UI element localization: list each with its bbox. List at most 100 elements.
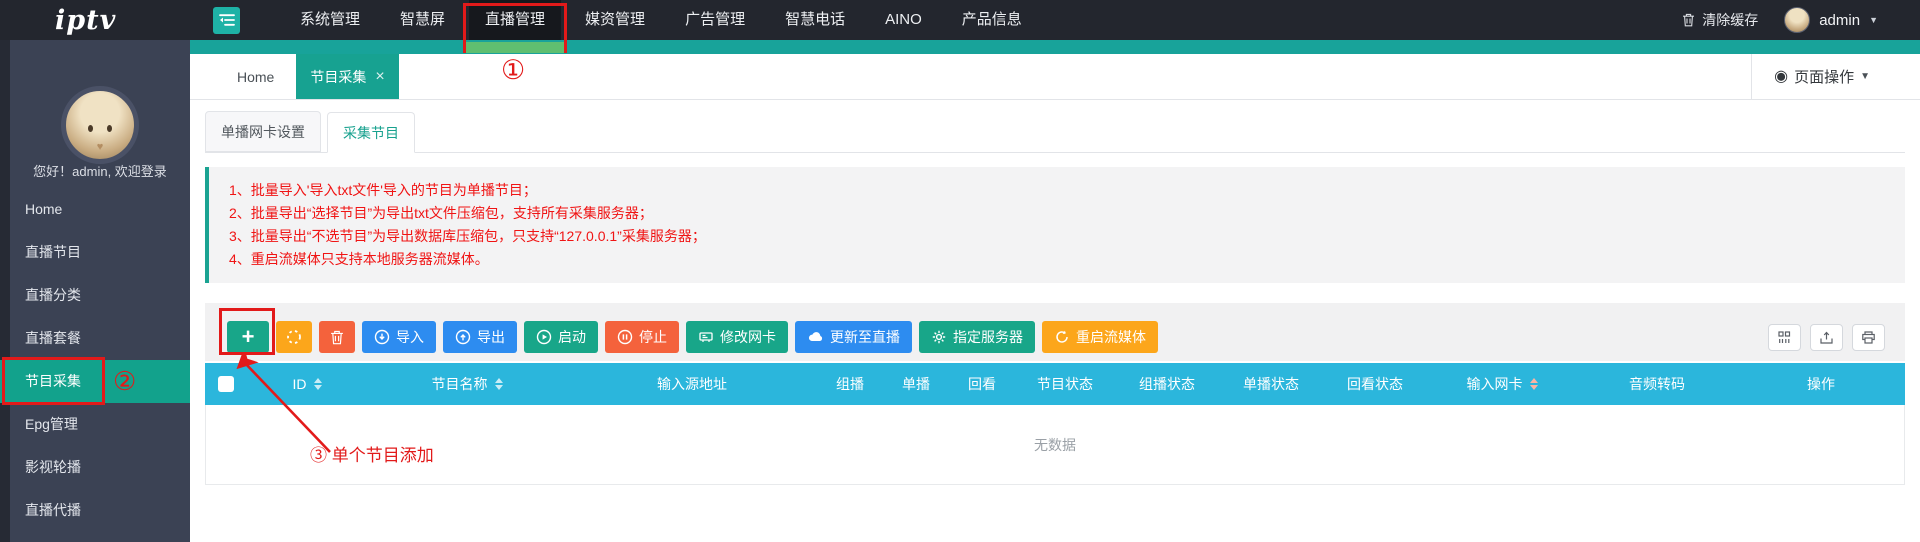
sidebar-item-video-carousel[interactable]: 影视轮播 [0, 446, 190, 489]
nav-item-aino[interactable]: AINO [869, 0, 938, 40]
cloud-icon [807, 329, 824, 345]
modify-nic-button[interactable]: 修改网卡 [686, 321, 788, 353]
column-label: 节目名称 [432, 374, 488, 394]
user-menu[interactable]: admin ▼ [1784, 7, 1878, 33]
tab-program-collection[interactable]: 节目采集 × [296, 54, 398, 99]
loading-refresh-button[interactable] [276, 321, 312, 353]
export-button[interactable]: 导出 [443, 321, 517, 353]
spinner-icon [286, 329, 302, 345]
page-actions-label: 页面操作 [1794, 66, 1854, 87]
nav-item-media-mgmt[interactable]: 媒资管理 [569, 0, 661, 40]
greeting-text: 您好！admin, 欢迎登录 [10, 161, 190, 180]
column-header-input-nic[interactable]: 输入网卡 [1427, 374, 1577, 394]
column-label: 音频转码 [1629, 374, 1685, 394]
sidebar-item-program-collection-label: 节目采集 [25, 373, 81, 389]
nav-item-smart-screen[interactable]: 智慧屏 [384, 0, 461, 40]
avatar-eye [88, 125, 93, 132]
sort-arrows-icon[interactable] [314, 378, 322, 390]
import-button[interactable]: 导入 [362, 321, 436, 353]
top-nav-right: 清除缓存 admin ▼ [1682, 7, 1920, 33]
update-to-live-button[interactable]: 更新至直播 [795, 321, 912, 353]
app-logo: iptv [55, 5, 147, 36]
start-label: 启动 [558, 327, 586, 347]
close-icon[interactable]: × [375, 68, 384, 86]
column-header-id[interactable]: ID [247, 376, 367, 392]
sidebar-item-live-proxy[interactable]: 直播代播 [0, 489, 190, 532]
pause-circle-icon [617, 329, 633, 345]
sidebar-item-live-programs[interactable]: 直播节目 [0, 231, 190, 274]
column-header-playback-status: 回看状态 [1323, 374, 1427, 394]
column-label: 组播 [836, 374, 864, 394]
notice-line: 3、批量导出“不选节目”为导出数据库压缩包，只支持“127.0.0.1”采集服务… [229, 225, 1885, 248]
sidebar-item-home[interactable]: Home [0, 188, 190, 231]
nav-item-smart-phone[interactable]: 智慧电话 [769, 0, 861, 40]
sidebar-item-live-packages[interactable]: 直播套餐 [0, 317, 190, 360]
sidebar-collapse-button[interactable] [213, 7, 240, 34]
column-settings-button[interactable] [1768, 324, 1801, 351]
column-label: 回看 [968, 374, 996, 394]
nav-item-system-mgmt[interactable]: 系统管理 [284, 0, 376, 40]
modify-nic-label: 修改网卡 [720, 327, 776, 347]
add-program-button[interactable]: + [227, 321, 269, 353]
column-header-input-source: 输入源地址 [567, 374, 817, 394]
annotation-step1: ① [501, 56, 525, 84]
column-header-multicast: 组播 [817, 374, 883, 394]
delete-button[interactable] [319, 321, 355, 353]
column-label: 单播 [902, 374, 930, 394]
page-actions-dropdown[interactable]: ◉ 页面操作 ▼ [1751, 54, 1920, 99]
column-label: 单播状态 [1243, 374, 1299, 394]
column-label: 回看状态 [1347, 374, 1403, 394]
table-header-row: ID 节目名称 输入源地址 组播 单播 回看 节目状态 组播状态 单播状态 回看… [205, 363, 1905, 405]
tab-program-collection-label: 节目采集 [310, 67, 366, 87]
sidebar-item-epg-mgmt[interactable]: Epg管理 [0, 403, 190, 446]
subtab-collect-programs[interactable]: 采集节目 [327, 112, 415, 153]
sidebar: ♥ 您好！admin, 欢迎登录 Home 直播节目 直播分类 直播套餐 节目采… [0, 40, 190, 542]
nav-item-ad-mgmt[interactable]: 广告管理 [669, 0, 761, 40]
notice-line: 2、批量导出“选择节目”为导出txt文件压缩包，支持所有采集服务器； [229, 202, 1885, 225]
stop-button[interactable]: 停止 [605, 321, 679, 353]
sidebar-item-live-categories[interactable]: 直播分类 [0, 274, 190, 317]
select-all-checkbox[interactable] [218, 376, 234, 392]
subtab-unicast-nic-settings[interactable]: 单播网卡设置 [205, 111, 321, 152]
avatar-eye [107, 125, 112, 132]
sidebar-item-program-collection[interactable]: 节目采集 ② [0, 360, 190, 403]
programs-table: ID 节目名称 输入源地址 组播 单播 回看 节目状态 组播状态 单播状态 回看… [205, 363, 1905, 485]
gear-icon [931, 329, 947, 345]
sort-arrows-icon[interactable] [495, 378, 503, 390]
add-button-wrap: + [227, 321, 269, 353]
column-label: ID [293, 376, 307, 392]
tab-home[interactable]: Home [215, 54, 296, 99]
sort-arrows-icon[interactable] [1530, 378, 1538, 390]
assign-server-button[interactable]: 指定服务器 [919, 321, 1035, 353]
update-to-live-label: 更新至直播 [830, 327, 900, 347]
restart-stream-label: 重启流媒体 [1076, 327, 1146, 347]
annotation-step2: ② [113, 360, 136, 403]
column-header-multicast-status: 组播状态 [1115, 374, 1219, 394]
restart-stream-button[interactable]: 重启流媒体 [1042, 321, 1158, 353]
tab-content: 单播网卡设置 采集节目 1、批量导入'导入txt文件'导入的节目为单播节目； 2… [190, 100, 1920, 485]
nav-item-product-info[interactable]: 产品信息 [946, 0, 1038, 40]
column-label: 输入源地址 [657, 374, 727, 394]
column-label: 操作 [1807, 374, 1835, 394]
stop-label: 停止 [639, 327, 667, 347]
column-header-actions: 操作 [1737, 374, 1905, 394]
start-button[interactable]: 启动 [524, 321, 598, 353]
trash-icon [330, 330, 344, 345]
assign-server-label: 指定服务器 [953, 327, 1023, 347]
empty-table-message: 无数据 [1034, 435, 1076, 455]
column-header-unicast-status: 单播状态 [1219, 374, 1323, 394]
column-label: 节目状态 [1037, 374, 1093, 394]
nav-item-live-mgmt[interactable]: 直播管理 ① [469, 0, 561, 40]
import-label: 导入 [396, 327, 424, 347]
sidebar-menu: Home 直播节目 直播分类 直播套餐 节目采集 ② Epg管理 影视轮播 直播… [0, 188, 190, 532]
print-button[interactable] [1852, 324, 1885, 351]
export-table-button[interactable] [1810, 324, 1843, 351]
column-header-program-status: 节目状态 [1015, 374, 1115, 394]
table-tools [1768, 324, 1893, 351]
avatar-heart: ♥ [97, 141, 104, 153]
column-header-program-name[interactable]: 节目名称 [367, 374, 567, 394]
column-header-playback: 回看 [949, 374, 1015, 394]
chevron-down-icon: ▼ [1860, 71, 1870, 82]
radio-dot-icon: ◉ [1774, 69, 1788, 85]
clear-cache-button[interactable]: 清除缓存 [1682, 10, 1758, 30]
